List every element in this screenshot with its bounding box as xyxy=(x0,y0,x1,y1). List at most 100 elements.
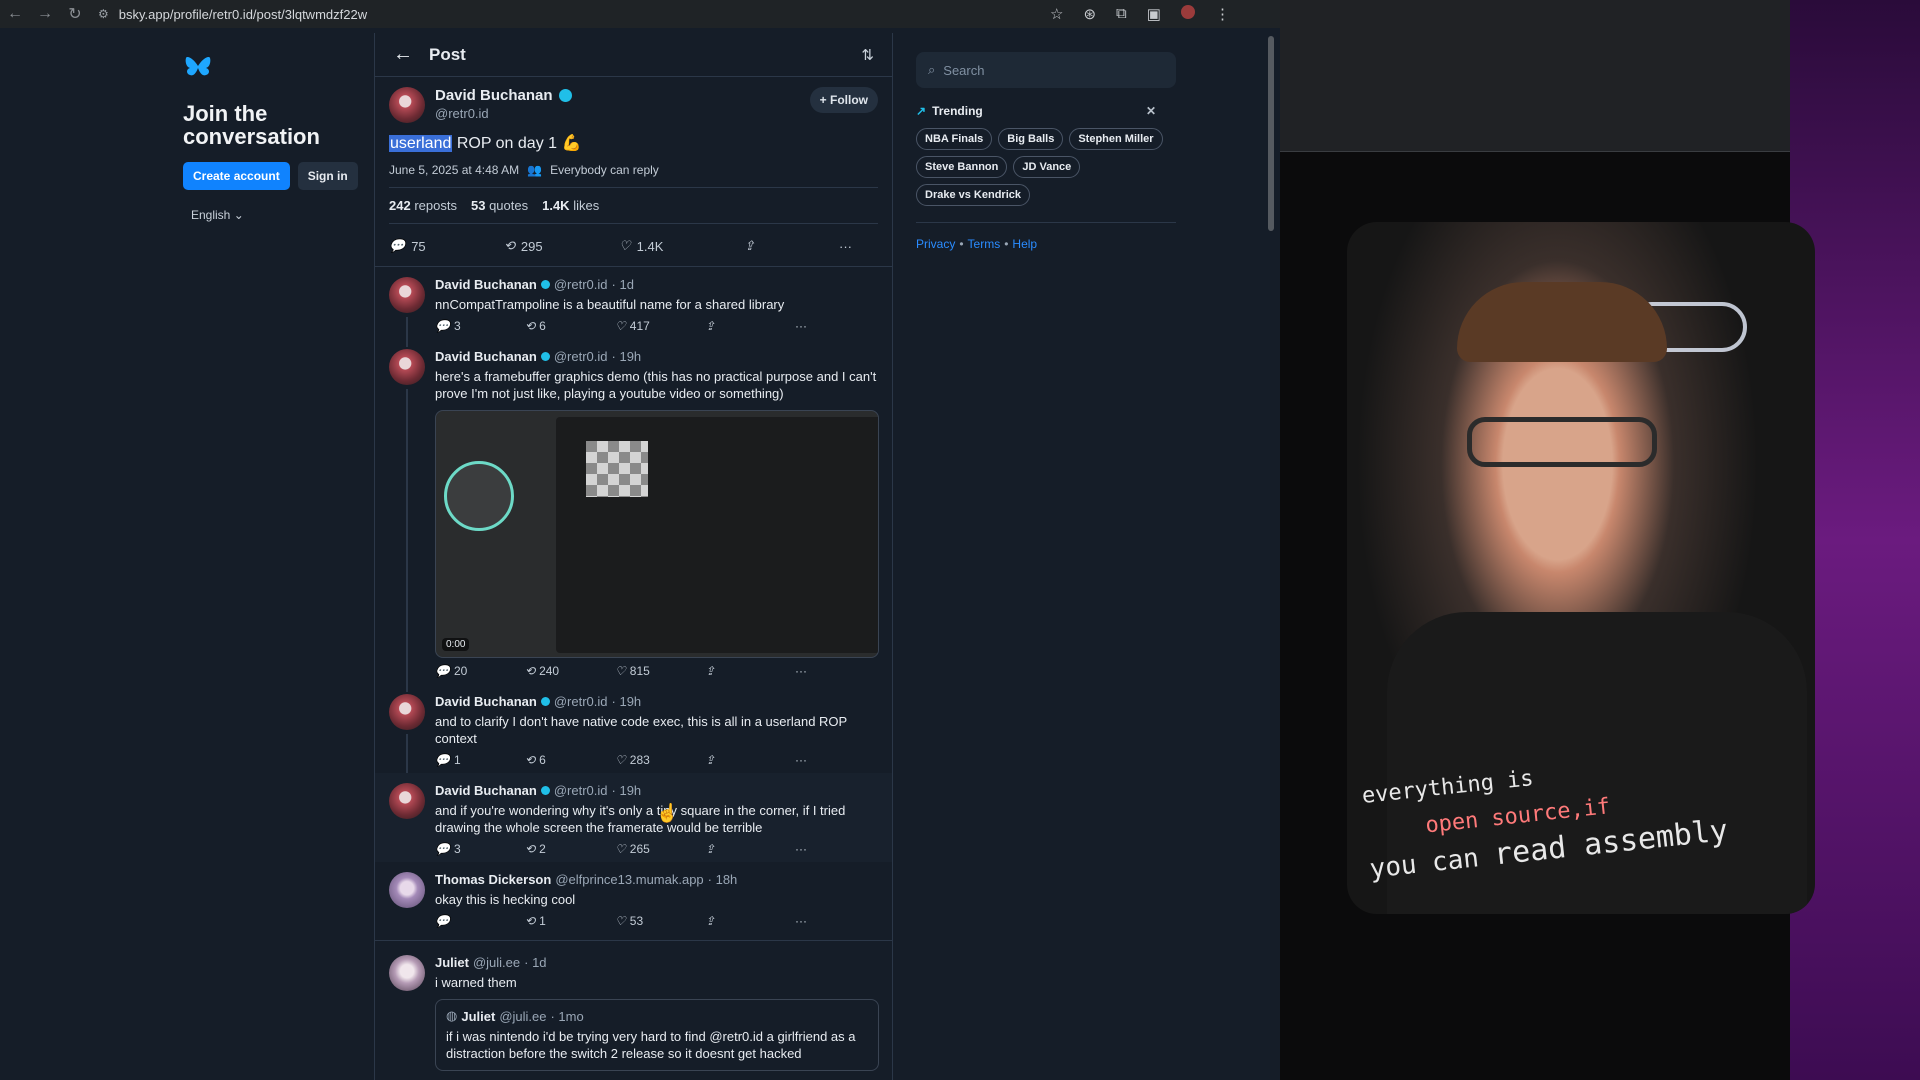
avatar[interactable] xyxy=(389,783,425,819)
repost-button[interactable]: ⟲ 6 xyxy=(525,753,615,767)
trending-chip[interactable]: Drake vs Kendrick xyxy=(916,184,1030,206)
more-options-icon[interactable]: ··· xyxy=(795,664,885,678)
repost-button[interactable]: ⟲ 240 xyxy=(525,664,615,678)
share-button[interactable]: ⇪ xyxy=(705,319,795,333)
post-time[interactable]: · 19h xyxy=(612,783,642,798)
author-handle[interactable]: @retr0.id xyxy=(554,349,608,364)
author-name[interactable]: David Buchanan xyxy=(435,277,537,292)
avatar[interactable] xyxy=(389,277,425,313)
post-time[interactable]: · 19h xyxy=(612,349,642,364)
quotes-stat[interactable]: 53 quotes xyxy=(471,198,528,213)
close-icon[interactable]: ✕ xyxy=(1146,104,1156,118)
avatar[interactable] xyxy=(389,955,425,991)
more-options-icon[interactable]: ··· xyxy=(795,914,885,928)
video-player[interactable]: 0:00 xyxy=(435,410,879,658)
avatar[interactable] xyxy=(389,694,425,730)
author-name[interactable]: Thomas Dickerson xyxy=(435,872,551,887)
avatar[interactable] xyxy=(389,87,425,123)
reply-button[interactable]: 💬 1 xyxy=(435,753,525,767)
like-button[interactable]: ♡ 417 xyxy=(615,319,705,333)
sidebar-icon[interactable]: ▣ xyxy=(1147,5,1161,23)
forward-arrow-icon[interactable]: → xyxy=(30,0,60,28)
author-handle[interactable]: @retr0.id xyxy=(554,783,608,798)
author-handle[interactable]: @juli.ee xyxy=(473,955,520,970)
list-item[interactable]: Thomas Dickerson @elfprince13.mumak.app · … xyxy=(375,862,892,934)
share-button[interactable]: ⇪ xyxy=(744,238,839,254)
scrollbar[interactable] xyxy=(1268,36,1274,231)
avatar[interactable] xyxy=(389,872,425,908)
author-name[interactable]: David Buchanan xyxy=(435,694,537,709)
trending-chip[interactable]: Stephen Miller xyxy=(1069,128,1163,150)
reply-button[interactable]: 💬 xyxy=(435,914,525,928)
search-input[interactable]: ⌕ Search xyxy=(916,52,1176,88)
trending-chip[interactable]: Big Balls xyxy=(998,128,1064,150)
reload-icon[interactable]: ↻ xyxy=(60,0,90,28)
author-handle[interactable]: @elfprince13.mumak.app xyxy=(555,872,703,887)
post-time[interactable]: · 18h xyxy=(708,872,738,887)
list-item[interactable]: Juliet @juli.ee · 1d i warned them ◍ Juliet… xyxy=(375,941,892,1077)
post-time[interactable]: · 1d xyxy=(524,955,546,970)
avatar[interactable] xyxy=(389,349,425,385)
author-name[interactable]: David Buchanan xyxy=(435,783,537,798)
share-button[interactable]: ⇪ xyxy=(705,914,795,928)
reply-button[interactable]: 💬 75 xyxy=(389,238,504,254)
like-button[interactable]: ♡ 265 xyxy=(615,842,705,856)
url-text[interactable]: bsky.app/profile/retr0.id/post/3lqtwmdzf… xyxy=(119,7,367,22)
reply-button[interactable]: 💬 20 xyxy=(435,664,525,678)
bluesky-logo-icon[interactable] xyxy=(183,55,213,81)
list-item[interactable]: David Buchanan @retr0.id · 19h and to clar… xyxy=(375,684,892,781)
post-time[interactable]: · 19h xyxy=(612,694,642,709)
terms-link[interactable]: Terms xyxy=(968,237,1001,251)
author-handle[interactable]: @retr0.id xyxy=(435,106,572,121)
trending-chip[interactable]: JD Vance xyxy=(1013,156,1081,178)
share-button[interactable]: ⇪ xyxy=(705,753,795,767)
create-account-button[interactable]: Create account xyxy=(183,162,290,190)
more-options-icon[interactable]: ··· xyxy=(795,753,885,767)
language-select[interactable]: English ⌄ xyxy=(191,208,373,222)
likes-stat[interactable]: 1.4K likes xyxy=(542,198,599,213)
more-options-icon[interactable]: ··· xyxy=(839,239,852,254)
quoted-post[interactable]: ◍ Juliet @juli.ee · 1mo if i was nintendo i… xyxy=(435,999,879,1071)
star-icon[interactable]: ☆ xyxy=(1050,5,1063,23)
like-button[interactable]: ♡ 815 xyxy=(615,664,705,678)
share-button[interactable]: ⇪ xyxy=(705,842,795,856)
author-handle[interactable]: @retr0.id xyxy=(554,277,608,292)
puzzle-icon[interactable]: ⧉ xyxy=(1116,5,1127,23)
profile-avatar-icon[interactable] xyxy=(1180,5,1195,19)
help-link[interactable]: Help xyxy=(1012,237,1037,251)
author-name[interactable]: David Buchanan xyxy=(435,87,553,104)
author-name[interactable]: David Buchanan xyxy=(435,349,537,364)
reply-button[interactable]: 💬 3 xyxy=(435,842,525,856)
back-button-icon[interactable]: ← xyxy=(393,43,413,66)
list-item[interactable]: David Buchanan @retr0.id · 1d nnCompatTram… xyxy=(375,267,892,347)
like-button[interactable]: ♡ 1.4K xyxy=(619,238,744,254)
post-time[interactable]: · 1d xyxy=(612,277,634,292)
list-item[interactable]: David Buchanan @retr0.id · 19h here's a fr… xyxy=(375,339,892,692)
site-info-icon[interactable]: ⚙ xyxy=(98,7,109,21)
more-options-icon[interactable]: ··· xyxy=(795,319,885,333)
thread-settings-icon[interactable]: ⇅ xyxy=(861,46,874,64)
like-button[interactable]: ♡ 283 xyxy=(615,753,705,767)
sign-in-button[interactable]: Sign in xyxy=(297,162,358,190)
privacy-link[interactable]: Privacy xyxy=(916,237,955,251)
back-arrow-icon[interactable]: ← xyxy=(0,0,30,28)
reply-button[interactable]: 💬 3 xyxy=(435,319,525,333)
author-name[interactable]: Juliet xyxy=(435,955,469,970)
extension-icon[interactable]: ⊛ xyxy=(1083,5,1096,23)
repost-button[interactable]: ⟲ 2 xyxy=(525,842,615,856)
post-date[interactable]: June 5, 2025 at 4:48 AM xyxy=(389,163,519,177)
like-button[interactable]: ♡ 53 xyxy=(615,914,705,928)
reposts-stat[interactable]: 242 reposts xyxy=(389,198,457,213)
follow-button[interactable]: + Follow xyxy=(809,87,878,113)
menu-dots-icon[interactable]: ⋮ xyxy=(1215,5,1230,23)
trending-chip[interactable]: NBA Finals xyxy=(916,128,993,150)
more-options-icon[interactable]: ··· xyxy=(795,842,885,856)
repost-button[interactable]: ⟲ 6 xyxy=(525,319,615,333)
list-item[interactable]: David Buchanan @retr0.id · 19h and if you'… xyxy=(375,773,892,862)
trending-chip[interactable]: Steve Bannon xyxy=(916,156,1008,178)
author-handle[interactable]: @retr0.id xyxy=(554,694,608,709)
address-bar[interactable]: ⚙ bsky.app/profile/retr0.id/post/3lqtwmd… xyxy=(98,7,1038,22)
share-button[interactable]: ⇪ xyxy=(705,664,795,678)
repost-button[interactable]: ⟲ 295 xyxy=(504,238,619,254)
repost-button[interactable]: ⟲ 1 xyxy=(525,914,615,928)
